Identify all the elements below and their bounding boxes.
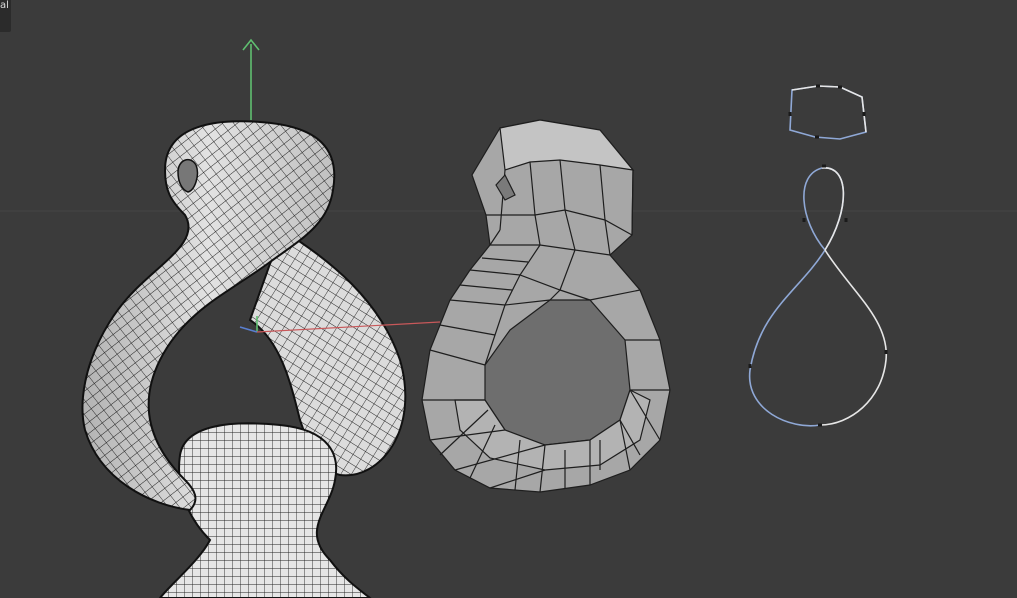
profile-spline[interactable] [788,84,867,140]
3d-viewport[interactable]: al [0,0,1017,598]
low-poly-knot-cage[interactable] [421,119,671,493]
viewport-mode-label[interactable]: al [0,0,11,32]
gizmo-z-axis [239,326,258,333]
path-spline-figure-eight[interactable] [748,164,888,427]
path-spline-points [748,164,888,427]
subdivided-knot-mesh[interactable] [81,120,407,598]
viewport-canvas[interactable] [0,0,1017,598]
